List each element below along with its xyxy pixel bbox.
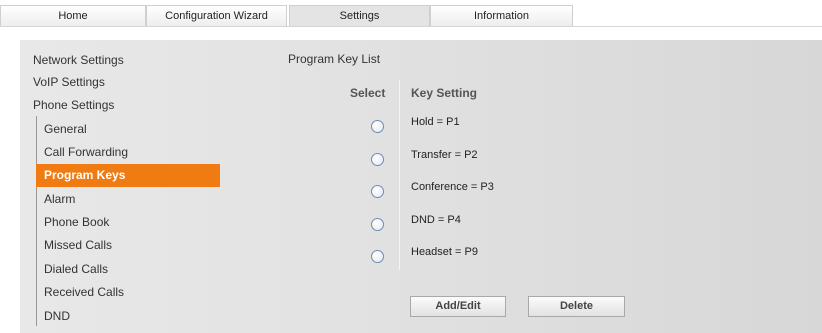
column-divider [399, 80, 400, 270]
key-setting-label: Conference = P3 [411, 181, 494, 193]
menu-item-general[interactable]: General [44, 118, 87, 141]
main-panel: Network Settings VoIP Settings Phone Set… [20, 40, 822, 333]
menu-item-dnd[interactable]: DND [44, 305, 70, 328]
menu-item-dialed-calls[interactable]: Dialed Calls [44, 258, 108, 281]
select-radio-dnd[interactable] [371, 218, 384, 231]
menu-item-voip-settings[interactable]: VoIP Settings [33, 71, 105, 94]
select-radio-conference[interactable] [371, 185, 384, 198]
add-edit-button[interactable]: Add/Edit [410, 296, 506, 317]
menu-item-program-keys[interactable]: Program Keys [36, 164, 220, 187]
key-setting-label: Headset = P9 [411, 246, 478, 258]
tab-settings[interactable]: Settings [289, 5, 430, 26]
menu-item-received-calls[interactable]: Received Calls [44, 281, 124, 304]
top-tab-bar: Home Configuration Wizard Settings Infor… [0, 0, 822, 27]
key-setting-label: Transfer = P2 [411, 149, 478, 161]
tab-divider [0, 26, 822, 27]
column-header-select: Select [350, 86, 386, 100]
menu-item-alarm[interactable]: Alarm [44, 188, 75, 211]
key-setting-label: Hold = P1 [411, 116, 460, 128]
menu-item-phone-book[interactable]: Phone Book [44, 211, 109, 234]
select-radio-transfer[interactable] [371, 153, 384, 166]
delete-button[interactable]: Delete [528, 296, 625, 317]
settings-menu: Network Settings VoIP Settings Phone Set… [20, 40, 222, 333]
select-radio-hold[interactable] [371, 120, 384, 133]
menu-item-network-settings[interactable]: Network Settings [33, 49, 124, 72]
tab-information[interactable]: Information [430, 5, 573, 26]
column-header-key-setting: Key Setting [411, 86, 478, 100]
section-title: Program Key List [288, 52, 381, 66]
menu-item-missed-calls[interactable]: Missed Calls [44, 234, 112, 257]
menu-item-call-forwarding[interactable]: Call Forwarding [44, 141, 128, 164]
key-setting-label: DND = P4 [411, 214, 461, 226]
tab-configuration-wizard[interactable]: Configuration Wizard [146, 5, 287, 26]
menu-item-phone-settings[interactable]: Phone Settings [33, 94, 114, 117]
submenu-guide-line [36, 116, 37, 326]
tab-home[interactable]: Home [0, 5, 146, 26]
select-radio-headset[interactable] [371, 250, 384, 263]
